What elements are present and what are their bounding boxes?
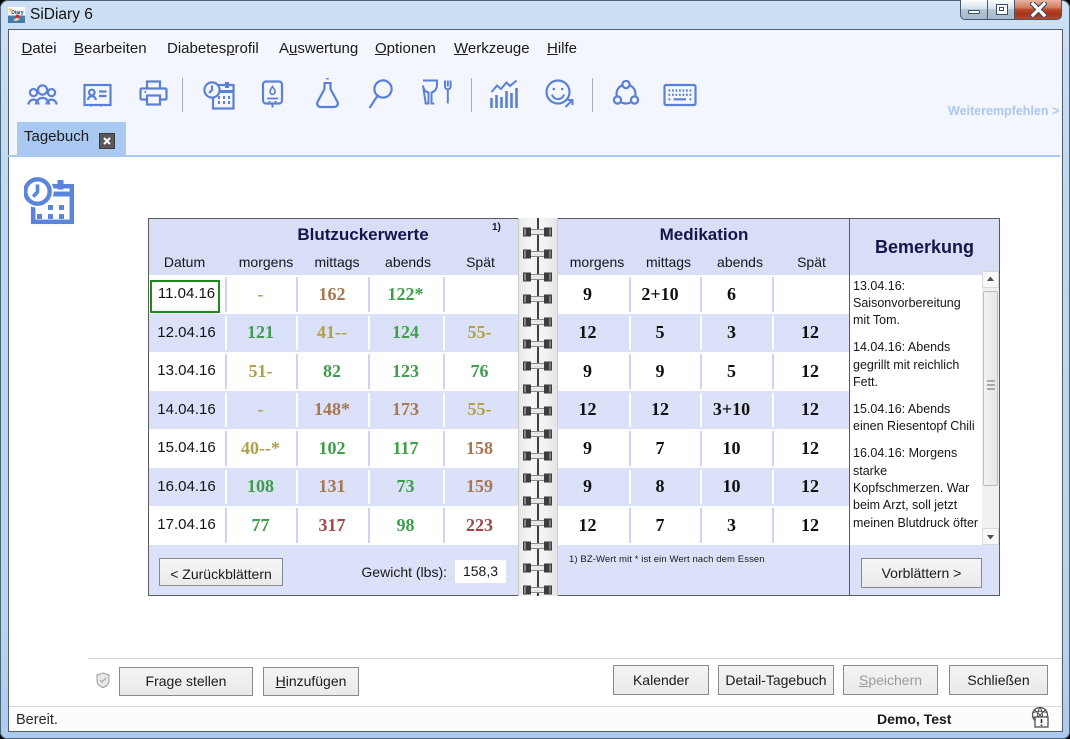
svg-text:Si: Si [8, 8, 12, 13]
